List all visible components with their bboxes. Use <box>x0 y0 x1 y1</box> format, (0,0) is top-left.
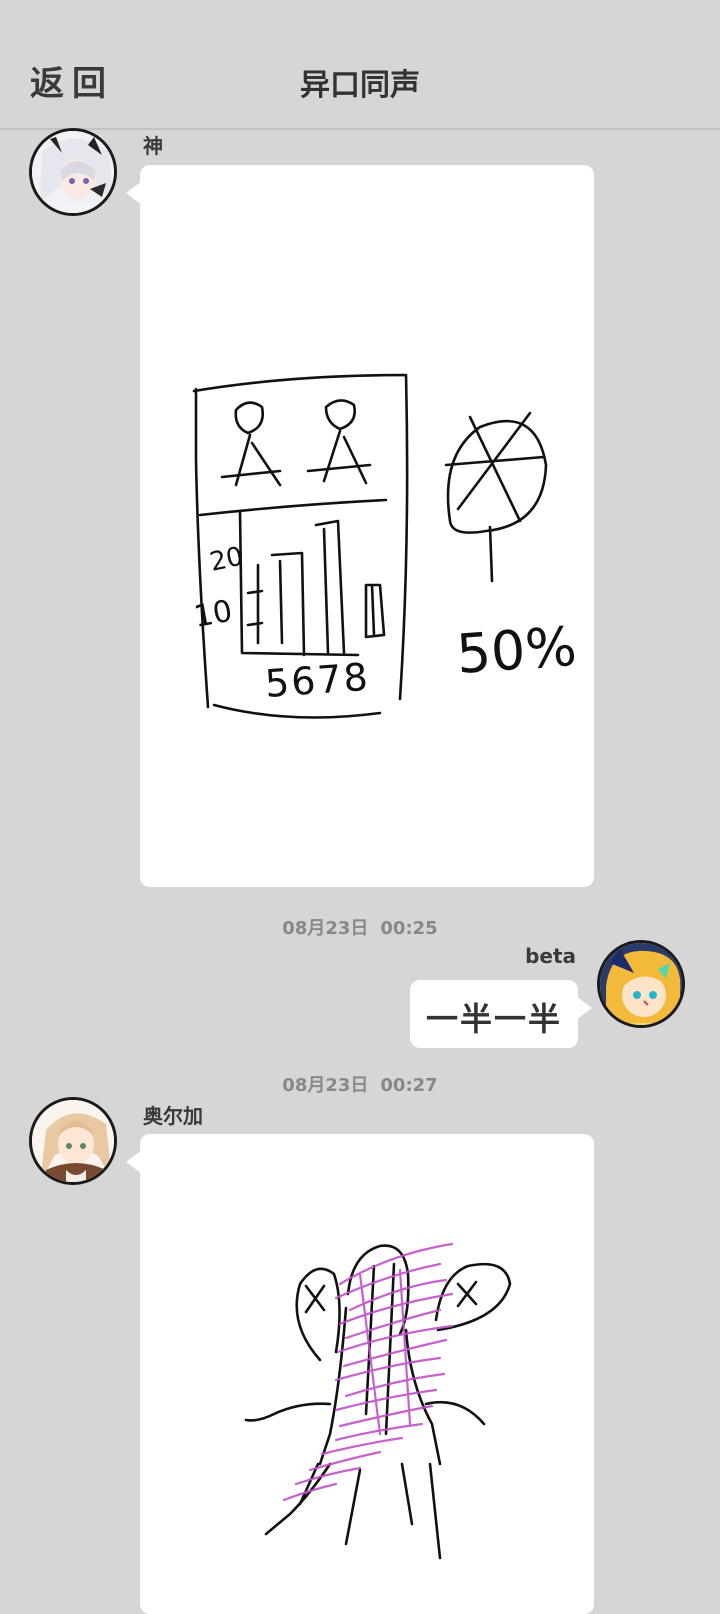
face-right-head <box>324 399 356 431</box>
tick-marks <box>246 589 264 627</box>
figure-left-ear-x <box>304 1284 326 1314</box>
frame-right-line <box>192 373 409 701</box>
figure-left-arm <box>244 1402 332 1422</box>
purple-scribble <box>282 1242 454 1502</box>
bar-2-inner <box>278 559 284 645</box>
pie-stick <box>488 525 494 583</box>
timestamp-date: 08月23日 <box>282 1075 369 1096</box>
figure-left-leg-2 <box>344 1468 362 1546</box>
pie-outline <box>446 419 548 534</box>
figure-right-side <box>404 1328 442 1466</box>
figure-left-ear <box>295 1267 341 1362</box>
figure-right-ear-x <box>456 1280 478 1308</box>
top-bar: 返回 异口同声 <box>0 0 720 130</box>
avatar-beta-image <box>600 943 682 1025</box>
label-10: 10 <box>191 594 235 635</box>
bar-3 <box>314 519 346 655</box>
avatar-olga-image <box>32 1100 114 1182</box>
bubble-tail <box>576 996 592 1020</box>
message-text: 一半一半 <box>425 1000 562 1038</box>
sender-name: 神 <box>143 134 163 158</box>
drawing-canvas <box>244 1242 512 1560</box>
timestamp: 08月23日 00:27 <box>0 1071 720 1097</box>
sender-name: 奥尔加 <box>143 1104 203 1128</box>
face-left-body <box>234 433 282 487</box>
drawing-bubble[interactable]: 20 10 5678 50% <box>126 165 594 887</box>
timestamp-date: 08月23日 <box>282 918 369 939</box>
timestamp-time: 00:27 <box>380 1075 438 1096</box>
text-bubble[interactable]: 一半一半 <box>410 980 592 1048</box>
label-5678: 5678 <box>264 655 372 706</box>
figure-left-leg-1 <box>264 1462 332 1536</box>
avatar-olga[interactable] <box>29 1097 117 1185</box>
figure-right-arm <box>424 1400 486 1426</box>
page-title: 异口同声 <box>300 68 420 103</box>
drawing-canvas: 20 10 5678 50% <box>191 373 579 719</box>
avatar-beta[interactable] <box>597 940 685 1028</box>
avatar-shen-image <box>32 131 114 213</box>
bar-3-inner <box>322 527 330 655</box>
figure-right-leg-1 <box>400 1462 414 1526</box>
bar-2 <box>270 551 306 657</box>
avatar-shen[interactable] <box>29 128 117 216</box>
timestamp-time: 00:25 <box>380 918 438 939</box>
drawing-bubble[interactable] <box>126 1134 594 1614</box>
figure-left-side <box>318 1306 348 1466</box>
timestamp: 08月23日 00:25 <box>0 914 720 940</box>
frame-bottom-line <box>212 703 382 719</box>
figure-right-leg-2 <box>428 1462 442 1560</box>
divider-line <box>198 498 388 517</box>
sender-name: beta <box>525 944 576 968</box>
label-50-percent: 50% <box>455 615 579 686</box>
face-left-head <box>234 401 264 435</box>
figure-right-ear <box>434 1262 512 1332</box>
face-right-body <box>322 429 368 485</box>
bar-4-inner <box>370 583 376 637</box>
